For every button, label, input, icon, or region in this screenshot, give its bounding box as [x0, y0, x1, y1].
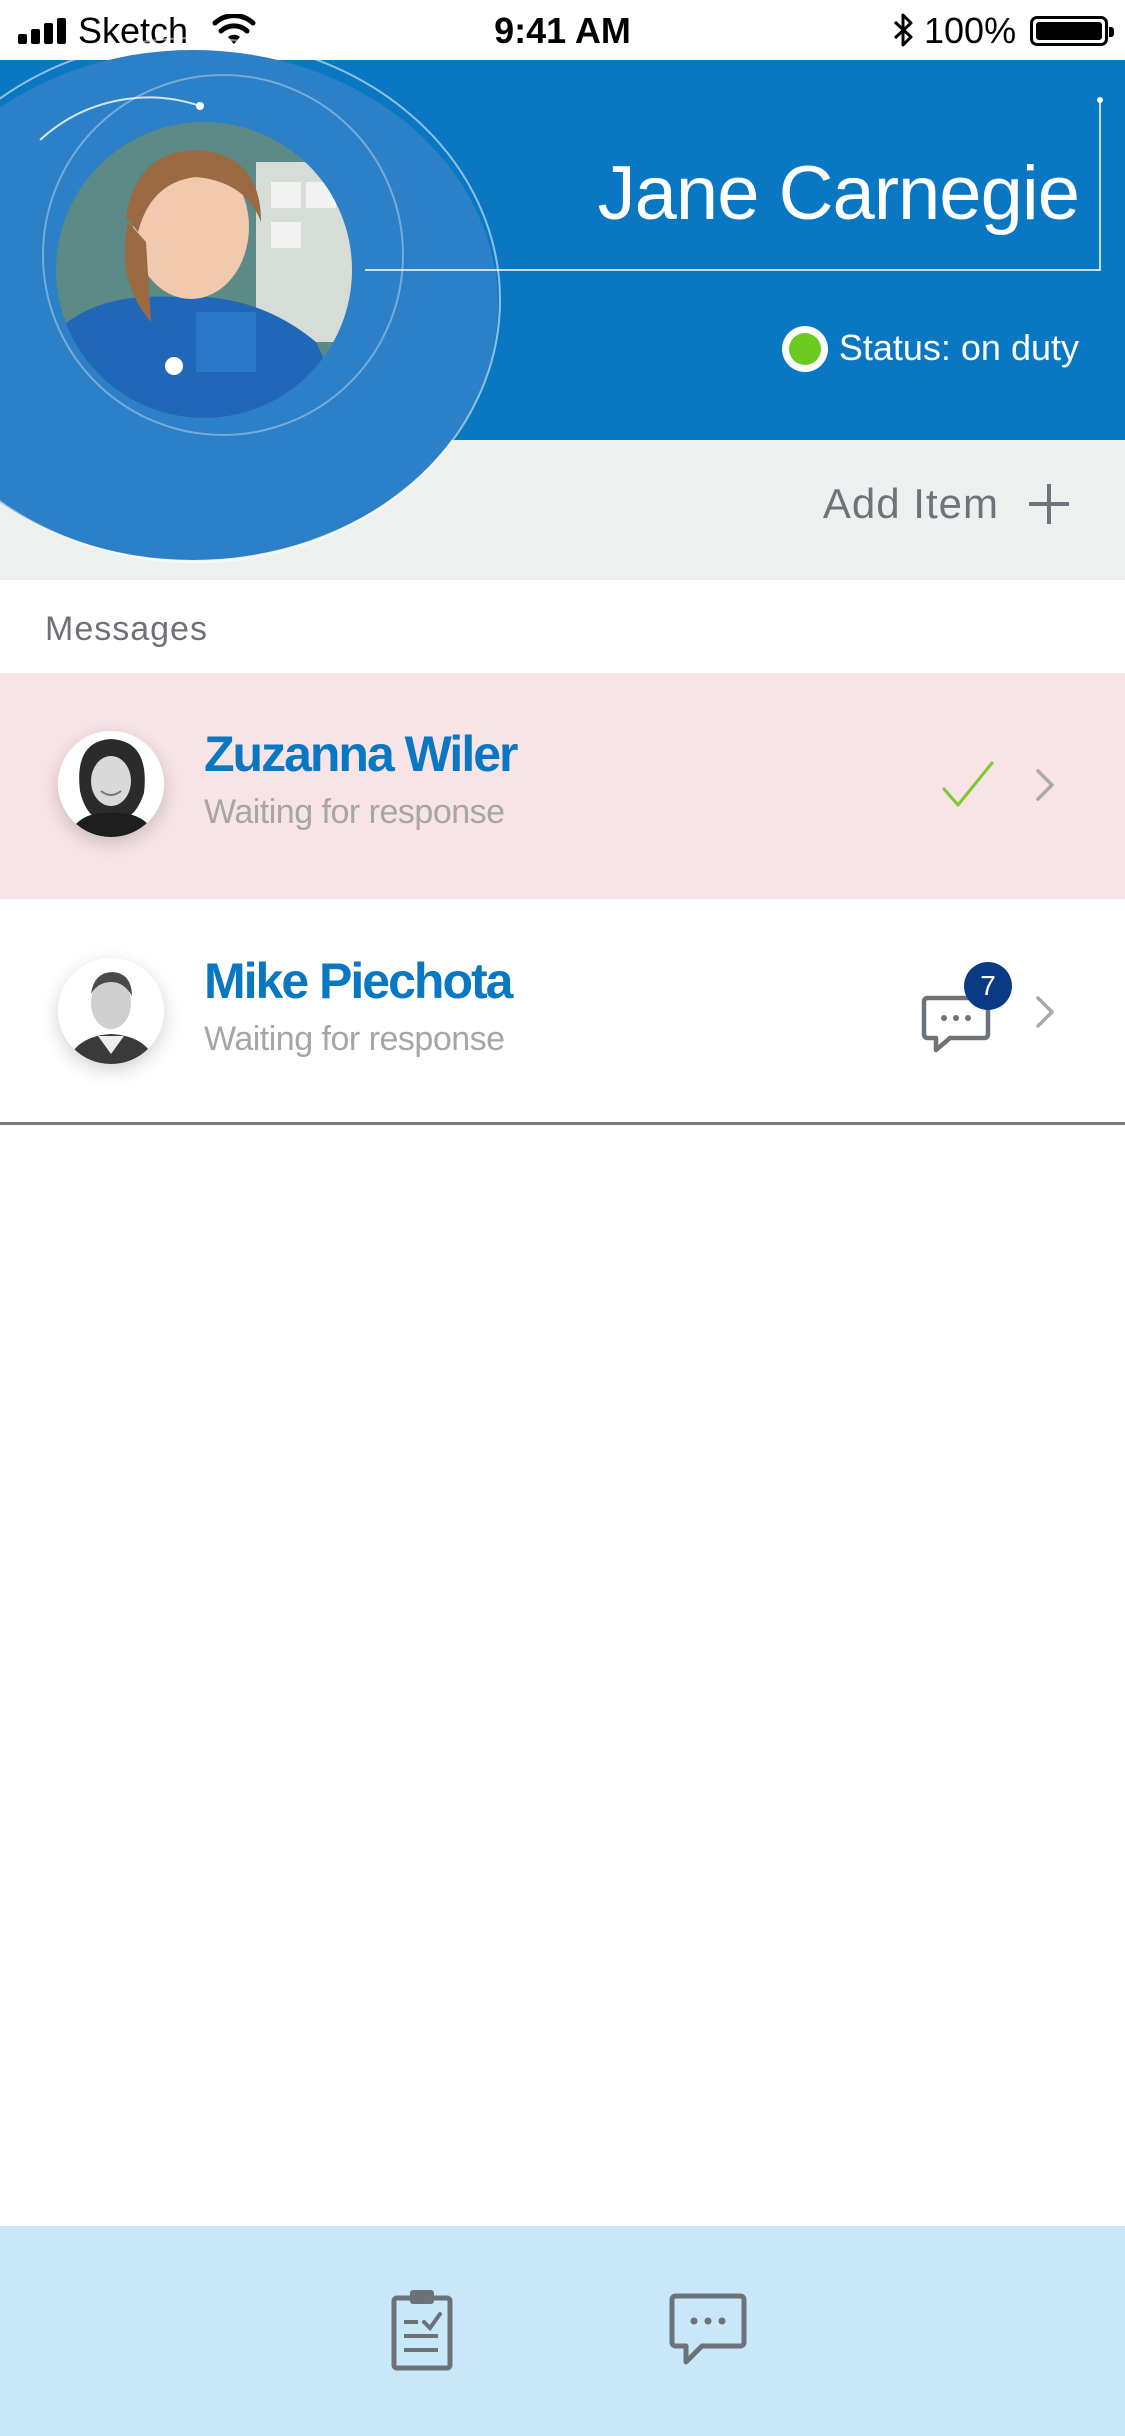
contact-photo — [58, 958, 164, 1064]
contact-photo — [58, 731, 164, 837]
chevron-right-icon — [1036, 769, 1054, 801]
user-name: Jane Carnegie — [597, 151, 1080, 236]
tab-bar — [0, 2226, 1125, 2436]
list-divider — [0, 1122, 1125, 1125]
user-avatar[interactable] — [56, 122, 352, 418]
nurse-photo — [56, 122, 352, 418]
contact-name: Zuzanna Wiler — [204, 726, 518, 782]
messages-section-title: Messages — [45, 610, 208, 648]
message-row[interactable]: Mike Piechota Waiting for response 7 — [0, 900, 1125, 1126]
contact-avatar — [58, 731, 164, 837]
plus-icon — [1027, 482, 1071, 526]
add-item-label: Add Item — [822, 480, 999, 527]
chevron-right-icon — [1036, 996, 1054, 1028]
status-text: Status: on duty — [838, 327, 1079, 368]
unread-count-badge: 7 — [964, 962, 1012, 1010]
message-row[interactable]: Zuzanna Wiler Waiting for response — [0, 673, 1125, 899]
chat-bubble-icon[interactable] — [668, 2284, 748, 2374]
message-status: Waiting for response — [204, 793, 505, 831]
clipboard-checklist-icon[interactable] — [382, 2284, 462, 2374]
add-item-button[interactable]: Add Item — [823, 480, 1071, 528]
checkmark-icon — [942, 761, 994, 807]
contact-name: Mike Piechota — [204, 953, 513, 1009]
status-indicator — [782, 326, 828, 372]
contact-avatar — [58, 958, 164, 1064]
message-status: Waiting for response — [204, 1020, 505, 1058]
